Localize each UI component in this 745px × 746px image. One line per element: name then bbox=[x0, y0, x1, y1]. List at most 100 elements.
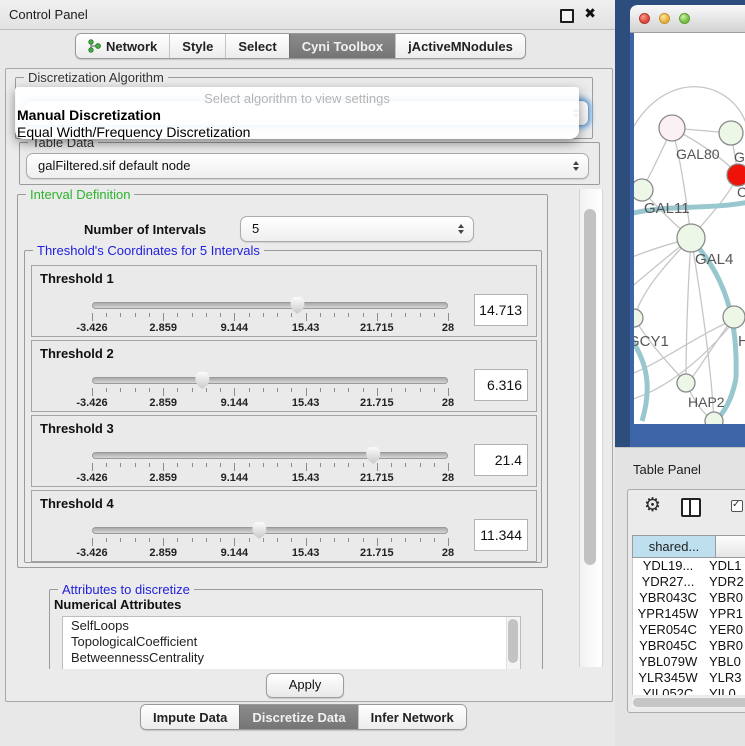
slider-thumb[interactable] bbox=[194, 371, 210, 389]
threshold-slider[interactable]: -3.4262.8599.14415.4321.71528 bbox=[92, 371, 448, 407]
threshold-box: Threshold 2-3.4262.8599.14415.4321.71528 bbox=[31, 340, 537, 412]
network-node[interactable]: GAL4 bbox=[677, 224, 733, 268]
slider-thumb[interactable] bbox=[289, 296, 305, 314]
attribute-list-item[interactable]: BetweennessCentrality bbox=[63, 649, 520, 665]
tab-style[interactable]: Style bbox=[169, 34, 225, 58]
slider-tick bbox=[277, 313, 278, 317]
slider-tick bbox=[163, 463, 164, 471]
window-minimize-icon[interactable] bbox=[659, 13, 670, 24]
table-row[interactable]: YDR27...YDR2 bbox=[633, 574, 745, 590]
split-columns-icon[interactable] bbox=[681, 498, 701, 517]
threshold-slider[interactable]: -3.4262.8599.14415.4321.71528 bbox=[92, 446, 448, 482]
number-of-intervals-combo[interactable]: 5 bbox=[240, 216, 474, 242]
slider-tick bbox=[149, 463, 150, 467]
apply-button[interactable]: Apply bbox=[266, 673, 344, 698]
slider-tick-label: 21.715 bbox=[360, 547, 394, 559]
threshold-value-field[interactable] bbox=[474, 294, 528, 326]
bottom-tab-impute-data[interactable]: Impute Data bbox=[141, 705, 239, 729]
slider-tick bbox=[363, 463, 364, 467]
attribute-list-item[interactable]: SelfLoops bbox=[63, 617, 520, 633]
cyni-bottom-tabs: Impute DataDiscretize DataInfer Network bbox=[140, 704, 467, 730]
tab-network[interactable]: Network bbox=[76, 34, 169, 58]
table-row[interactable]: YBL079WYBL0 bbox=[633, 654, 745, 670]
dropdown-item-manual-discretization[interactable]: Manual Discretization bbox=[15, 106, 579, 123]
slider-tick bbox=[348, 388, 349, 392]
network-node[interactable]: GAL80 bbox=[659, 115, 720, 162]
cell-shared-name: YER054C bbox=[633, 622, 703, 638]
table-row[interactable]: YLR345WYLR3 bbox=[633, 670, 745, 686]
slider-track[interactable] bbox=[92, 452, 448, 459]
slider-thumb[interactable] bbox=[365, 446, 381, 464]
numerical-attributes-list[interactable]: SelfLoopsTopologicalCoefficientBetweenne… bbox=[62, 616, 521, 669]
list-scrollbar-thumb[interactable] bbox=[508, 619, 518, 663]
threshold-value-field[interactable] bbox=[474, 519, 528, 551]
tab-cyni-toolbox[interactable]: Cyni Toolbox bbox=[289, 34, 395, 58]
slider-tick bbox=[306, 388, 307, 396]
network-node[interactable]: C bbox=[727, 164, 745, 200]
cell-shared-name: YDR27... bbox=[633, 574, 703, 590]
threshold-slider[interactable]: -3.4262.8599.14415.4321.71528 bbox=[92, 521, 448, 557]
slider-tick bbox=[206, 313, 207, 317]
slider-track[interactable] bbox=[92, 527, 448, 534]
slider-track[interactable] bbox=[92, 302, 448, 309]
dropdown-placeholder-item[interactable]: Select algorithm to view settings bbox=[15, 87, 579, 106]
table-row[interactable]: YBR045CYBR0 bbox=[633, 638, 745, 654]
slider-tick bbox=[448, 463, 449, 471]
table-row[interactable]: YPR145WYPR1 bbox=[633, 606, 745, 622]
threshold-value-field[interactable] bbox=[474, 369, 528, 401]
table-row[interactable]: YDL19...YDL1 bbox=[633, 558, 745, 574]
float-panel-icon[interactable] bbox=[560, 9, 574, 23]
tab-select[interactable]: Select bbox=[225, 34, 288, 58]
attributes-group: Attributes to discretize Numerical Attri… bbox=[49, 589, 543, 669]
network-canvas[interactable]: GAL80GALCGAL11GAL4GCY1HHAP2 bbox=[634, 33, 745, 424]
slider-tick bbox=[405, 313, 406, 317]
cell-name: YER0 bbox=[703, 622, 745, 638]
column-header-name[interactable]: name bbox=[716, 535, 745, 558]
bottom-tab-infer-network[interactable]: Infer Network bbox=[358, 705, 466, 729]
table-row[interactable]: YER054CYER0 bbox=[633, 622, 745, 638]
threshold-slider[interactable]: -3.4262.8599.14415.4321.71528 bbox=[92, 296, 448, 332]
network-node[interactable] bbox=[705, 412, 723, 424]
slider-tick-label: 21.715 bbox=[360, 472, 394, 484]
dropdown-item-equal-width[interactable]: Equal Width/Frequency Discretization bbox=[15, 123, 579, 140]
table-row[interactable]: YIL052CYIL0 bbox=[633, 686, 745, 695]
tab-jactivemnodules[interactable]: jActiveMNodules bbox=[395, 34, 525, 58]
panel-scrollbar-thumb[interactable] bbox=[584, 209, 596, 565]
slider-tick bbox=[377, 538, 378, 546]
cell-shared-name: YPR145W bbox=[633, 606, 703, 622]
slider-tick bbox=[377, 463, 378, 471]
slider-tick bbox=[220, 388, 221, 392]
slider-tick bbox=[420, 388, 421, 392]
column-header-shared[interactable]: shared... bbox=[632, 535, 716, 558]
settings-scroll-viewport: Interval Definition Number of Intervals … bbox=[11, 187, 577, 669]
gear-icon[interactable]: ⚙ bbox=[644, 494, 661, 516]
slider-tick bbox=[291, 388, 292, 392]
attribute-list-item[interactable]: TopologicalCoefficient bbox=[63, 633, 520, 649]
table-horizontal-scrollbar[interactable] bbox=[632, 697, 745, 708]
close-icon[interactable]: ✖ bbox=[584, 5, 596, 22]
slider-tick bbox=[334, 463, 335, 467]
table-data-combo[interactable]: galFiltered.sif default node bbox=[26, 153, 589, 179]
list-scrollbar[interactable] bbox=[506, 617, 520, 669]
window-zoom-icon[interactable] bbox=[679, 13, 690, 24]
network-node[interactable]: GCY1 bbox=[634, 309, 669, 350]
window-close-icon[interactable] bbox=[639, 13, 650, 24]
network-node[interactable]: GAL bbox=[719, 121, 745, 165]
panel-scrollbar[interactable] bbox=[579, 189, 603, 667]
slider-track[interactable] bbox=[92, 377, 448, 384]
cyni-toolbox-content: Discretization Algorithm Select algorith… bbox=[5, 68, 613, 702]
slider-tick-label: 2.859 bbox=[149, 547, 177, 559]
bottom-tab-discretize-data[interactable]: Discretize Data bbox=[239, 705, 357, 729]
table-row[interactable]: YBR043CYBR0 bbox=[633, 590, 745, 606]
slider-tick-label: 2.859 bbox=[149, 397, 177, 409]
network-window-titlebar[interactable] bbox=[630, 5, 745, 33]
slider-tick-label: 28 bbox=[442, 547, 454, 559]
threshold-value-field[interactable] bbox=[474, 444, 528, 476]
network-node[interactable]: HAP2 bbox=[677, 374, 725, 410]
cell-name: YBR0 bbox=[703, 638, 745, 654]
table-hscrollbar-thumb[interactable] bbox=[633, 698, 745, 707]
slider-tick-label: 2.859 bbox=[149, 472, 177, 484]
slider-tick bbox=[277, 538, 278, 542]
checkbox-icon[interactable] bbox=[731, 500, 743, 512]
slider-thumb[interactable] bbox=[251, 521, 267, 539]
